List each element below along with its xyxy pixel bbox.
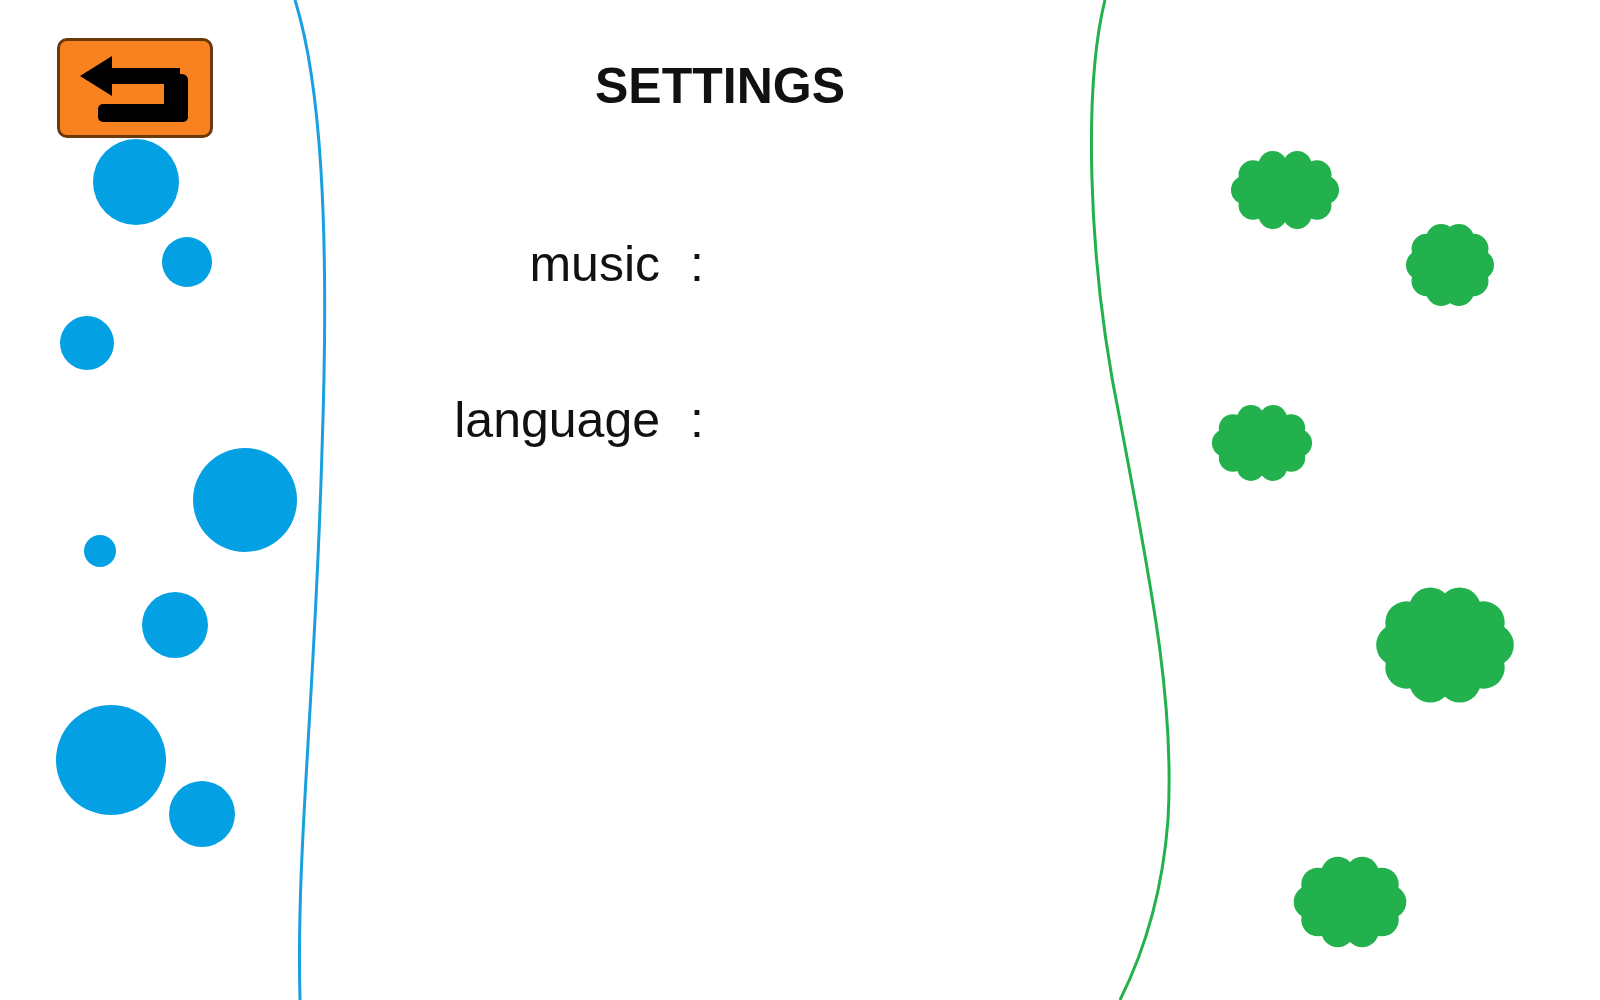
setting-label: music — [360, 234, 660, 294]
forest-icon — [1080, 0, 1600, 1000]
bubble-icon — [60, 316, 114, 370]
bush-icon — [1231, 151, 1339, 229]
bubble-icon — [142, 592, 208, 658]
return-arrow-icon — [76, 48, 194, 128]
bubble-icon — [193, 448, 297, 552]
bubble-icon — [56, 705, 166, 815]
back-button[interactable] — [57, 38, 213, 138]
settings-screen: SETTINGS music: language: — [0, 0, 1600, 1000]
setting-label: language — [360, 390, 660, 450]
bush-icon — [1294, 857, 1407, 947]
bush-icon — [1406, 224, 1494, 306]
forest-side — [1080, 0, 1600, 1000]
setting-separator: : — [690, 234, 704, 294]
bubble-icon — [169, 781, 235, 847]
settings-panel: SETTINGS music: language: — [330, 0, 1080, 1000]
settings-title: SETTINGS — [595, 56, 845, 116]
settings-list: music: language: — [360, 234, 704, 450]
bubble-icon — [162, 237, 212, 287]
bubble-icon — [84, 535, 116, 567]
water-side — [0, 0, 330, 1000]
setting-separator: : — [690, 390, 704, 450]
bush-icon — [1376, 588, 1514, 703]
bubble-icon — [93, 139, 179, 225]
bush-icon — [1212, 405, 1312, 481]
water-icon — [0, 0, 330, 1000]
